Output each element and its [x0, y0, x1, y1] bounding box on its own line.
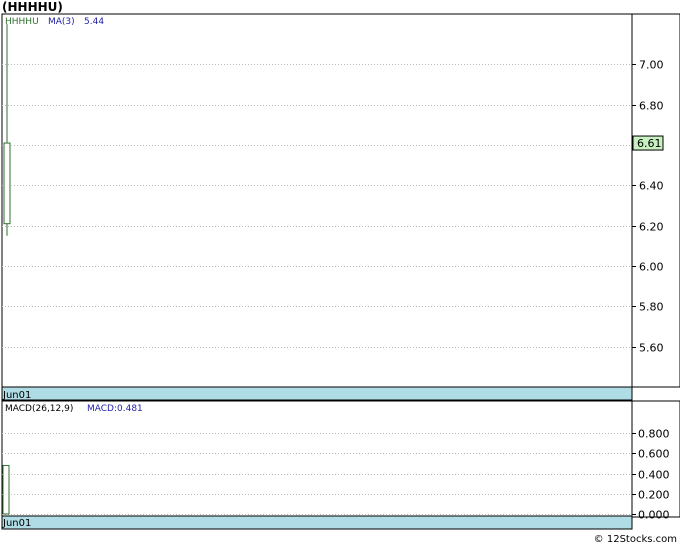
legend-symbol: HHHHU [5, 17, 39, 27]
price-date-strip [1, 386, 633, 401]
macd-legend-label: MACD(26,12,9) [5, 404, 73, 414]
last-price-tag: 6.61 [632, 135, 664, 151]
macd-legend-value: MACD:0.481 [87, 404, 143, 414]
macd-tick-label: 0.600 [638, 448, 670, 461]
price-tick-label: 6.40 [639, 180, 664, 193]
macd-tick-label: 0.000 [638, 509, 670, 522]
price-tick-label: 7.00 [639, 59, 664, 72]
price-legend: HHHHU MA(3) 5.44 [5, 17, 104, 27]
macd-tick-label: 0.800 [638, 428, 670, 441]
price-tick-label: 6.20 [639, 221, 664, 234]
legend-ma-label: MA(3) [48, 17, 75, 27]
price-tick-label: 6.00 [639, 261, 664, 274]
footer-credit: © 12Stocks.com [594, 534, 677, 545]
price-tick-label: 5.80 [639, 301, 664, 314]
candle-body [3, 142, 11, 225]
price-date-label: Jun01 [2, 390, 31, 401]
macd-bar [2, 464, 10, 515]
macd-panel: 0.8000.6000.4000.2000.000 MACD(26,12,9) … [1, 400, 680, 530]
legend-ma-value: 5.44 [84, 17, 104, 27]
price-panel: 7.006.806.606.406.206.005.805.60 HHHHU M… [1, 13, 680, 401]
price-tick-label: 6.80 [639, 100, 664, 113]
macd-plot-frame [1, 400, 633, 518]
chart-title: (HHHHU) [2, 0, 63, 14]
macd-tick-label: 0.200 [638, 489, 670, 502]
macd-tick-label: 0.400 [638, 469, 670, 482]
price-tick-label: 5.60 [639, 342, 664, 355]
macd-date-strip [1, 515, 633, 530]
macd-date-label: Jun01 [2, 518, 31, 529]
macd-bars [2, 464, 10, 515]
last-price-tag-label: 6.61 [637, 137, 662, 150]
stock-chart: (HHHHU) 7.006.806.606.406.206.005.805.60… [1, 0, 680, 545]
price-plot-frame [1, 13, 633, 388]
